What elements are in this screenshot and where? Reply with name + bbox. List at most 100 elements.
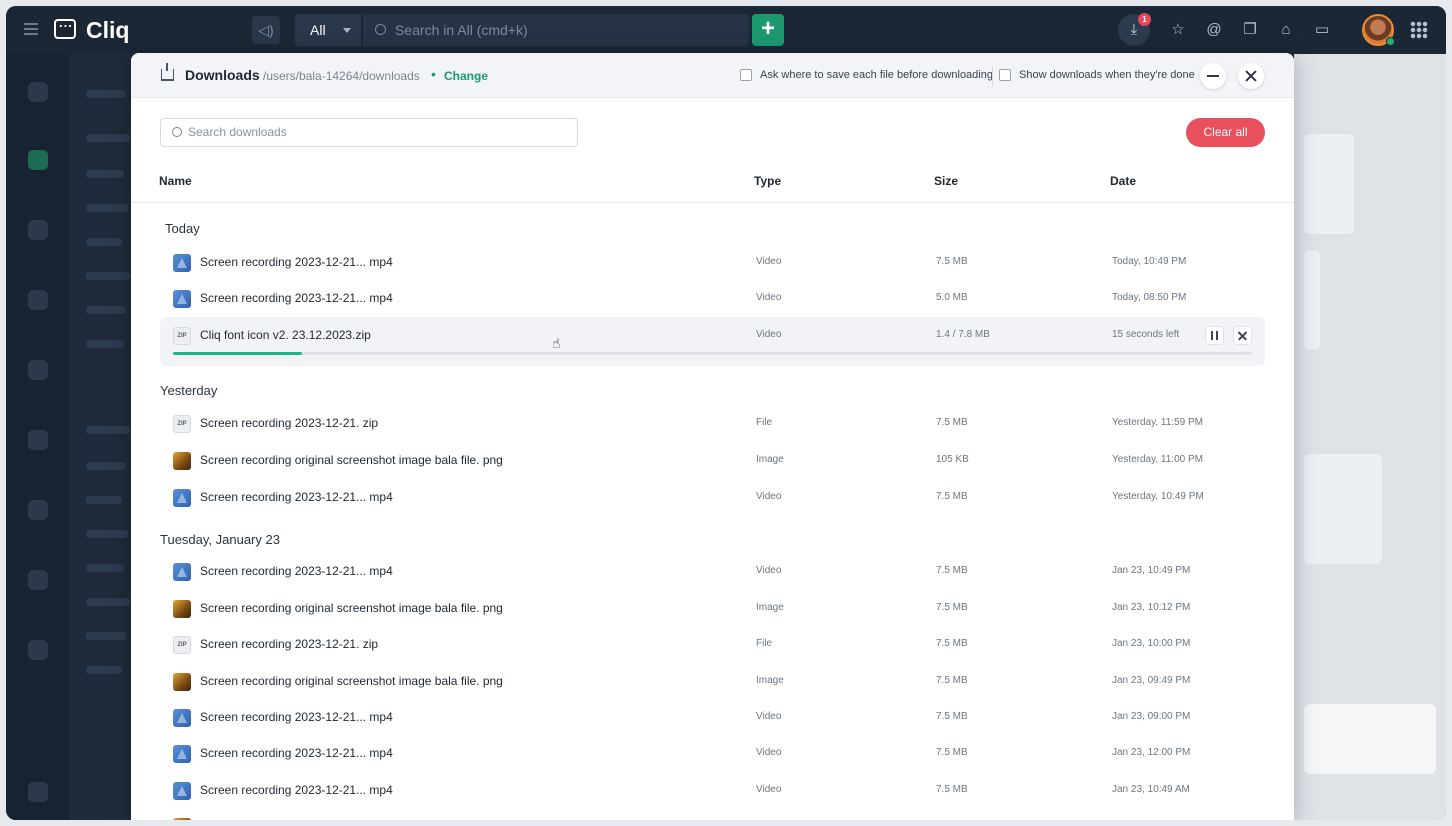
video-file-icon [173,489,191,507]
column-header-size[interactable]: Size [934,174,958,188]
pause-button[interactable] [1205,326,1224,345]
file-name[interactable]: Screen recording 2023-12-21. zip [200,637,378,651]
file-name[interactable]: Cliq font icon v2. 23.12.2023.zip [200,328,371,342]
video-file-icon [173,254,191,272]
image-file-icon [173,452,191,470]
download-row[interactable]: Screen recording 2023-12-21... mp4 Video 7… [160,244,1265,280]
file-type: File [756,417,773,428]
download-row[interactable]: Screen recording original screenshot ima… [160,590,1265,626]
show-downloads-label: Show downloads when they're done [1019,69,1195,81]
file-name[interactable]: Screen recording 2023-12-21... mp4 [200,255,393,269]
sidebar-placeholder [86,462,126,470]
cancel-download-button[interactable] [1233,326,1252,345]
download-row[interactable]: ZIP Screen recording 2023-12-21. zip File 7… [160,405,1265,441]
reminder-icon[interactable]: ❐ [1238,18,1262,42]
column-header-type[interactable]: Type [754,174,781,188]
file-name[interactable]: Screen recording original screenshot ima… [200,453,503,467]
file-type: Video [756,565,782,576]
file-size: 7.5 MB [936,747,968,758]
downloads-badge: 1 [1138,13,1151,26]
file-name[interactable]: Screen recording 2023-12-21... mp4 [200,490,393,504]
ask-save-checkbox[interactable] [740,69,752,81]
group-label-yesterday: Yesterday [160,383,218,398]
video-file-icon [173,290,191,308]
file-type: Video [756,491,782,502]
new-button[interactable]: + [752,14,784,46]
chat-card [1304,454,1382,564]
file-name[interactable]: Screen recording 2023-12-21... mp4 [200,710,393,724]
show-downloads-checkbox[interactable] [999,69,1011,81]
close-button[interactable] [1238,63,1264,89]
video-file-icon [173,782,191,800]
search-downloads-input[interactable]: Search downloads [160,118,578,147]
download-row[interactable]: Screen recording original screenshot ima… [160,663,1265,699]
rail-icon [28,220,48,240]
minimize-icon [1207,75,1219,77]
file-name[interactable]: Screen recording original screenshot ima… [200,601,503,615]
download-row[interactable]: Screen recording original screenshot ima… [160,442,1265,478]
file-date: Yesterday, 10:49 PM [1112,491,1204,502]
download-row[interactable]: Screen recording 2023-12-21... mp4 Video 7… [160,772,1265,808]
download-row[interactable]: Screen recording 2023-12-21... mp4 Video 7… [160,735,1265,771]
mention-icon[interactable]: @ [1202,18,1226,42]
zip-file-icon: ZIP [173,327,191,345]
sidebar-placeholder [86,90,126,98]
sidebar-placeholder [86,496,122,504]
file-size: 7.5 MB [936,491,968,502]
clear-all-button[interactable]: Clear all [1186,118,1265,147]
file-date: 15 seconds left [1112,329,1180,340]
apps-grid-icon[interactable] [1410,21,1428,39]
sidebar-placeholder [86,204,128,212]
minimize-button[interactable] [1200,63,1226,89]
star-icon[interactable]: ☆ [1166,18,1190,42]
download-row[interactable]: Screen recording original screenshot ima… [160,808,1265,820]
ask-save-label: Ask where to save each file before downl… [760,69,993,81]
left-rail [6,54,70,820]
file-name[interactable]: Screen recording original screenshot ima… [200,819,503,820]
file-date: Jan 23, 09:00 PM [1112,711,1191,722]
file-size: 7.5 MB [936,565,968,576]
change-path-link[interactable]: Change [444,69,488,83]
file-date: Jan 23, 10:12 PM [1112,602,1191,613]
download-row[interactable]: Screen recording 2023-12-21... mp4 Video 7… [160,699,1265,735]
announcement-icon[interactable]: ◁) [252,16,280,44]
chat-card [1304,134,1354,234]
search-icon [375,24,386,35]
calendar-icon[interactable]: ▭ [1310,18,1334,42]
column-header-date[interactable]: Date [1110,174,1136,188]
download-row[interactable]: Screen recording 2023-12-21... mp4 Video 7… [160,479,1265,515]
file-name[interactable]: Screen recording 2023-12-21... mp4 [200,291,393,305]
file-date: Today, 08:50 PM [1112,292,1187,303]
download-row-in-progress[interactable]: ZIP Cliq font icon v2. 23.12.2023.zip Vide… [160,317,1265,366]
downloads-path: /users/bala-14264/downloads [263,69,420,83]
rail-icon [28,360,48,380]
downloads-header: Downloads /users/bala-14264/downloads • … [131,53,1294,98]
chat-area [1294,54,1446,820]
download-row[interactable]: ZIP Screen recording 2023-12-21. zip File 7… [160,626,1265,662]
download-row[interactable]: Screen recording 2023-12-21... mp4 Video 7… [160,553,1265,589]
column-header-name[interactable]: Name [159,174,192,188]
file-type: Video [756,292,782,303]
video-file-icon [173,563,191,581]
global-search-placeholder: Search in All (cmd+k) [395,22,528,38]
marketplace-icon[interactable]: ⌂ [1274,18,1298,42]
file-name[interactable]: Screen recording 2023-12-21. zip [200,416,378,430]
online-status-icon [1386,37,1395,46]
file-name[interactable]: Screen recording 2023-12-21... mp4 [200,564,393,578]
file-size: 7.5 MB [936,602,968,613]
file-name[interactable]: Screen recording 2023-12-21... mp4 [200,783,393,797]
download-row[interactable]: Screen recording 2023-12-21... mp4 Video 5… [160,280,1265,316]
search-scope-dropdown[interactable]: All [295,14,361,46]
file-type: File [756,638,773,649]
rail-icon [28,150,48,170]
file-name[interactable]: Screen recording original screenshot ima… [200,674,503,688]
separator-dot: • [431,66,436,82]
header-divider [131,202,1294,203]
sidebar-placeholder [86,426,130,434]
menu-icon[interactable] [24,23,38,35]
global-search-input[interactable]: Search in All (cmd+k) [363,14,749,46]
file-name[interactable]: Screen recording 2023-12-21... mp4 [200,746,393,760]
app-name: Cliq [86,17,130,43]
top-bar: Cliq ◁) All Search in All (cmd+k) + ⤓ 1 … [6,6,1446,54]
sidebar [70,54,140,820]
